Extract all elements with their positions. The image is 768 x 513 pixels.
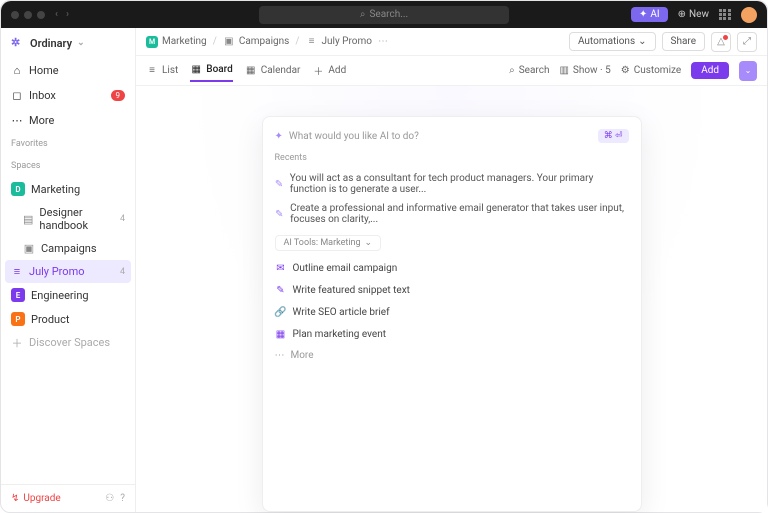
calendar-icon: ▦ <box>245 65 257 77</box>
action-show[interactable]: ▥Show · 5 <box>559 61 610 80</box>
workspace-switcher[interactable]: ✲ Ordinary ⌄ <box>1 28 135 58</box>
bolt-icon: ↯ <box>11 493 19 504</box>
list-icon: ≡ <box>11 266 23 278</box>
nav-home[interactable]: ⌂Home <box>1 58 135 83</box>
recents-label: Recents <box>275 153 629 163</box>
view-list[interactable]: ≡List <box>146 61 178 81</box>
add-button[interactable]: Add <box>691 62 729 79</box>
space-badge-icon: M <box>146 36 158 48</box>
inbox-badge: 9 <box>111 90 126 101</box>
action-search[interactable]: ⌕Search <box>509 61 549 80</box>
notification-button[interactable]: △ <box>711 32 731 52</box>
global-search[interactable]: ⌕ Search... <box>259 6 509 24</box>
favorites-label: Favorites <box>1 133 135 155</box>
search-icon: ⌕ <box>509 65 515 76</box>
calendar-icon: ▦ <box>275 328 287 340</box>
space-engineering[interactable]: EEngineering <box>1 283 135 307</box>
add-dropdown[interactable]: ⌄ <box>739 61 757 81</box>
ai-panel: ✦ What would you like AI to do? ⌘ ⏎ Rece… <box>262 116 642 512</box>
more-icon: ⋯ <box>275 350 285 361</box>
gear-icon: ⚙ <box>621 65 630 76</box>
discover-spaces[interactable]: ＋Discover Spaces <box>1 331 135 354</box>
ai-button[interactable]: ✦AI <box>631 7 668 22</box>
automations-button[interactable]: Automations⌄ <box>569 32 656 51</box>
workspace-name: Ordinary <box>30 37 72 50</box>
sparkle-icon: ✦ <box>639 9 647 20</box>
action-customize[interactable]: ⚙Customize <box>621 61 681 80</box>
chevron-down-icon: ⌄ <box>365 238 373 248</box>
item-campaigns[interactable]: ▣Campaigns <box>1 237 135 260</box>
chevron-down-icon: ⌄ <box>77 38 85 48</box>
mail-icon: ✉ <box>275 262 287 274</box>
new-button[interactable]: ⊕New <box>678 9 709 20</box>
apps-icon[interactable] <box>719 9 731 21</box>
window-controls[interactable] <box>11 11 45 19</box>
workspace-icon: ✲ <box>11 36 25 50</box>
tool-snippet[interactable]: ✎Write featured snippet text <box>275 279 629 301</box>
breadcrumb-marketing[interactable]: MMarketing <box>146 36 207 48</box>
home-icon: ⌂ <box>11 65 23 77</box>
search-icon: ⌕ <box>360 9 366 20</box>
pencil-icon: ✎ <box>275 284 287 296</box>
link-icon: 🔗 <box>275 306 287 318</box>
item-designer-handbook[interactable]: ▤Designer handbook4 <box>1 201 135 237</box>
tool-outline-email[interactable]: ✉Outline email campaign <box>275 257 629 279</box>
breadcrumb-july-promo[interactable]: ≡July Promo <box>305 36 371 48</box>
folder-icon: ▣ <box>23 243 35 255</box>
breadcrumb-campaigns[interactable]: ▣Campaigns <box>223 36 290 48</box>
avatar[interactable] <box>741 7 757 23</box>
nav-inbox[interactable]: ◻Inbox9 <box>1 83 135 108</box>
upgrade-button[interactable]: ↯Upgrade <box>11 493 61 504</box>
recent-item[interactable]: ✎Create a professional and informative e… <box>275 199 629 229</box>
inbox-icon: ◻ <box>11 90 23 102</box>
expand-button[interactable]: ⤢ <box>737 32 757 52</box>
recent-item[interactable]: ✎You will act as a consultant for tech p… <box>275 169 629 199</box>
user-icon[interactable]: ⚇ <box>105 493 114 504</box>
view-calendar[interactable]: ▦Calendar <box>245 61 301 81</box>
list-icon: ≡ <box>305 36 317 48</box>
nav-more[interactable]: ⋯More <box>1 108 135 133</box>
cmd-badge: ⌘ ⏎ <box>598 129 629 143</box>
search-placeholder: Search... <box>369 9 408 20</box>
columns-icon: ▥ <box>559 65 568 76</box>
space-icon: P <box>11 312 25 326</box>
board-icon: ▦ <box>190 64 202 76</box>
view-add[interactable]: ＋Add <box>312 61 346 81</box>
help-icon[interactable]: ? <box>120 493 125 504</box>
more-icon: ⋯ <box>11 115 23 127</box>
pencil-icon: ✎ <box>275 178 284 190</box>
tool-plan-event[interactable]: ▦Plan marketing event <box>275 323 629 345</box>
folder-icon: ▣ <box>223 36 235 48</box>
plus-icon: ＋ <box>312 65 324 77</box>
more-tools[interactable]: ⋯More <box>275 345 629 366</box>
spaces-label: Spaces <box>1 155 135 177</box>
share-button[interactable]: Share <box>662 32 705 51</box>
ai-prompt-input[interactable]: What would you like AI to do? <box>289 131 419 142</box>
more-icon[interactable]: ⋯ <box>378 36 388 47</box>
doc-icon: ▤ <box>23 213 33 225</box>
chevron-down-icon: ⌄ <box>638 36 646 47</box>
space-product[interactable]: PProduct <box>1 307 135 331</box>
item-july-promo[interactable]: ≡July Promo4 <box>5 260 131 283</box>
tool-seo[interactable]: 🔗Write SEO article brief <box>275 301 629 323</box>
plus-icon: ＋ <box>11 337 23 349</box>
space-marketing[interactable]: DMarketing <box>1 177 135 201</box>
ai-tools-chip[interactable]: AI Tools: Marketing⌄ <box>275 235 382 251</box>
view-board[interactable]: ▦Board <box>190 60 232 82</box>
nav-arrows[interactable]: ‹› <box>55 9 69 20</box>
plus-icon: ⊕ <box>678 9 686 20</box>
space-icon: E <box>11 288 25 302</box>
space-icon: D <box>11 182 25 196</box>
list-icon: ≡ <box>146 65 158 77</box>
sparkle-icon: ✦ <box>275 131 283 142</box>
pencil-icon: ✎ <box>275 208 285 220</box>
